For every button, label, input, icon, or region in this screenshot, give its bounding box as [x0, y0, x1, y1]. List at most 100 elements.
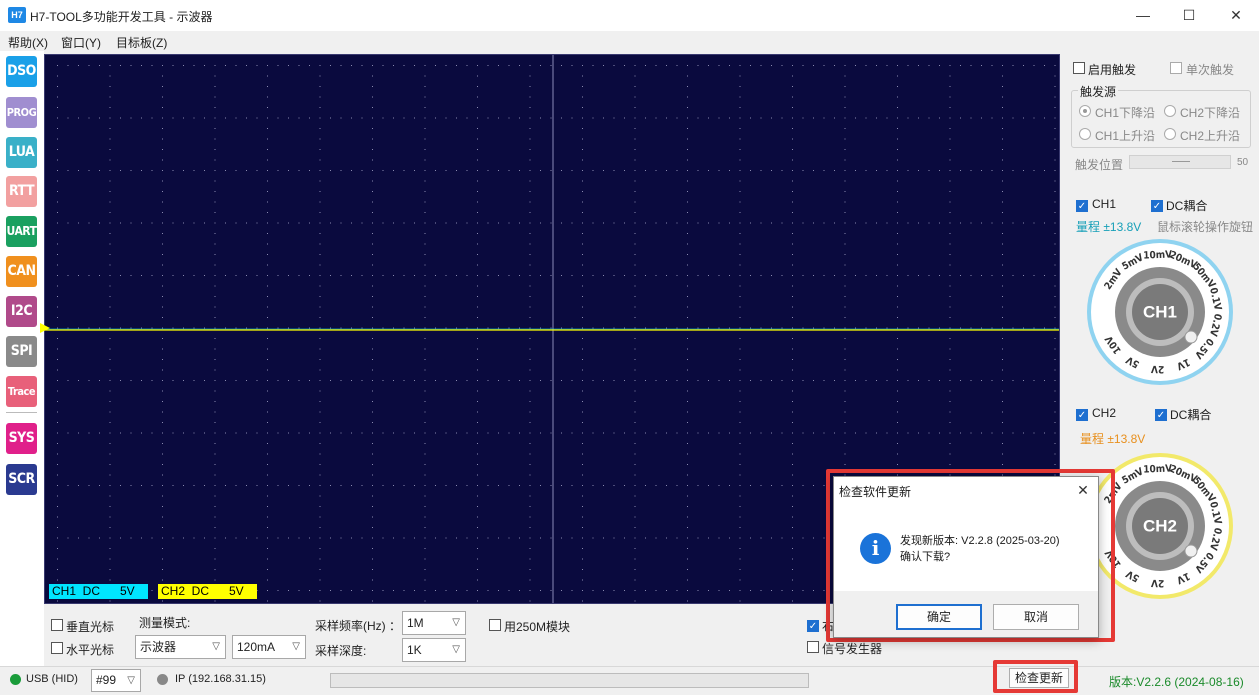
- sample-rate-value: 1M: [407, 616, 424, 630]
- knob-scale-label: 10mV: [1143, 463, 1172, 475]
- update-dialog: 检查软件更新 ✕ i 发现新版本: V2.2.8 (2025-03-20) 确认…: [833, 476, 1099, 638]
- usb-status-dot: [10, 674, 21, 685]
- menu-help[interactable]: 帮助(X): [8, 34, 48, 51]
- current-range-value: 120mA: [237, 640, 276, 654]
- enable-trigger-checkbox[interactable]: [1073, 62, 1085, 77]
- usb-status-label: USB (HID): [26, 673, 78, 685]
- sample-rate-label: 采样频率(Hz) ：: [315, 619, 401, 633]
- tool-uart-button[interactable]: UART: [6, 216, 37, 247]
- measure-mode-select[interactable]: 示波器 ▽: [135, 635, 226, 659]
- ch2-dc-coupling-checkbox[interactable]: ✓: [1155, 407, 1167, 421]
- slider-thumb[interactable]: [1172, 161, 1190, 162]
- tool-dso-button[interactable]: DSO: [6, 56, 37, 87]
- trigger-level-marker[interactable]: [40, 323, 50, 333]
- sample-depth-label: 采样深度:: [315, 644, 367, 658]
- knob-scale-label: 2V: [1151, 363, 1165, 375]
- info-icon: i: [860, 533, 891, 564]
- ch2-enable-checkbox[interactable]: ✓: [1076, 407, 1088, 421]
- check-update-button[interactable]: 检查更新: [1009, 668, 1069, 688]
- chevron-down-icon: ▽: [452, 617, 460, 628]
- ch1-label: CH1: [1092, 197, 1117, 211]
- tool-lua-button[interactable]: LUA: [6, 137, 37, 168]
- chevron-down-icon: ▽: [212, 641, 220, 652]
- ch2-rising-radio[interactable]: [1164, 128, 1176, 143]
- knob-scale-label: 2V: [1151, 577, 1165, 589]
- vertical-cursor-label: 垂直光标: [66, 620, 115, 634]
- partial-checkbox[interactable]: ✓: [807, 618, 819, 632]
- current-range-select[interactable]: 120mA ▽: [232, 635, 306, 659]
- ch1-rising-radio[interactable]: [1079, 128, 1091, 143]
- signal-gen-checkbox[interactable]: [807, 641, 819, 656]
- ch1-falling-radio[interactable]: [1079, 105, 1091, 120]
- ch1-range-knob[interactable]: 2mV5mV10mV20mV50mV0.1V0.2V0.5V1V2V5V10VC…: [1086, 238, 1234, 386]
- use-250m-label: 用250M模块: [504, 620, 571, 634]
- dialog-message-line1: 发现新版本: V2.2.8 (2025-03-20): [900, 535, 1060, 547]
- horizontal-cursor-checkbox[interactable]: [51, 642, 63, 657]
- chevron-down-icon: ▽: [452, 644, 460, 655]
- knob-scale-label: 10mV: [1143, 249, 1172, 261]
- tool-spi-button[interactable]: SPI: [6, 336, 37, 367]
- ip-status-label: IP (192.168.31.15): [175, 673, 266, 685]
- tool-prog-button[interactable]: PROG: [6, 97, 37, 128]
- toolbar-divider: [6, 412, 37, 413]
- progress-bar: [330, 673, 809, 688]
- measure-mode-label: 测量模式:: [139, 616, 191, 630]
- ch1-falling-label: CH1下降沿: [1095, 106, 1156, 120]
- tool-rtt-button[interactable]: RTT: [6, 176, 37, 207]
- ch2-rising-label: CH2上升沿: [1180, 129, 1241, 143]
- tool-sys-button[interactable]: SYS: [6, 423, 37, 454]
- ch2-dc-coupling-label: DC耦合: [1170, 408, 1212, 422]
- minimize-button[interactable]: —: [1120, 0, 1166, 31]
- trigger-position-slider[interactable]: [1129, 155, 1231, 169]
- use-250m-checkbox[interactable]: [489, 619, 501, 634]
- knob-hint-label: 鼠标滚轮操作旋钮: [1157, 220, 1254, 234]
- single-trigger-checkbox[interactable]: [1170, 62, 1182, 77]
- device-select[interactable]: #99 ▽: [91, 669, 141, 692]
- ip-status-dot: [157, 674, 168, 685]
- dialog-message-line2: 确认下载?: [900, 551, 951, 563]
- dialog-close-icon[interactable]: ✕: [1072, 480, 1094, 500]
- menu-target-board[interactable]: 目标板(Z): [116, 34, 167, 51]
- window-title: H7-TOOL多功能开发工具 - 示波器: [30, 10, 213, 24]
- knob-indicator: [1184, 544, 1198, 558]
- ok-button[interactable]: 确定: [896, 604, 982, 630]
- trigger-source-title: 触发源: [1078, 83, 1119, 100]
- ch2-falling-label: CH2下降沿: [1180, 106, 1241, 120]
- sample-depth-select[interactable]: 1K ▽: [402, 638, 466, 662]
- sample-depth-value: 1K: [407, 643, 422, 657]
- horizontal-cursor-label: 水平光标: [66, 643, 115, 657]
- trigger-position-value: 50: [1237, 157, 1249, 168]
- ch2-range-label: 量程 ±13.8V: [1080, 432, 1146, 446]
- tool-can-button[interactable]: CAN: [6, 256, 37, 287]
- menu-bar: [0, 31, 1259, 51]
- ch2-label: CH2: [1092, 406, 1117, 420]
- tool-i2c-button[interactable]: I2C: [6, 296, 37, 327]
- menu-window[interactable]: 窗口(Y): [61, 34, 101, 51]
- tool-trace-button[interactable]: Trace: [6, 376, 37, 407]
- trigger-position-label: 触发位置: [1075, 158, 1124, 172]
- signal-gen-label: 信号发生器: [822, 642, 883, 656]
- knob-indicator: [1184, 330, 1198, 344]
- ch1-range-label: 量程 ±13.8V: [1076, 220, 1142, 234]
- device-value: #99: [96, 673, 117, 687]
- close-button[interactable]: ✕: [1213, 0, 1259, 31]
- chevron-down-icon: ▽: [127, 675, 135, 686]
- enable-trigger-label: 启用触发: [1088, 63, 1137, 77]
- ch1-enable-checkbox[interactable]: ✓: [1076, 198, 1088, 212]
- maximize-button[interactable]: ☐: [1166, 0, 1212, 31]
- ch1-dc-coupling-label: DC耦合: [1166, 199, 1208, 213]
- chevron-down-icon: ▽: [292, 641, 300, 652]
- cancel-button[interactable]: 取消: [993, 604, 1079, 630]
- knob-center-label: CH2: [1143, 516, 1177, 535]
- ch1-dc-coupling-checkbox[interactable]: ✓: [1151, 198, 1163, 212]
- ch1-rising-label: CH1上升沿: [1095, 129, 1156, 143]
- app-logo: H7: [8, 7, 26, 23]
- sample-rate-select[interactable]: 1M ▽: [402, 611, 466, 635]
- dialog-title: 检查软件更新: [839, 485, 912, 499]
- tool-scr-button[interactable]: SCR: [6, 464, 37, 495]
- measure-mode-value: 示波器: [140, 640, 177, 654]
- version-label: 版本:V2.2.6 (2024-08-16): [1109, 675, 1244, 689]
- vertical-cursor-checkbox[interactable]: [51, 619, 63, 634]
- knob-center-label: CH1: [1143, 302, 1177, 321]
- ch2-falling-radio[interactable]: [1164, 105, 1176, 120]
